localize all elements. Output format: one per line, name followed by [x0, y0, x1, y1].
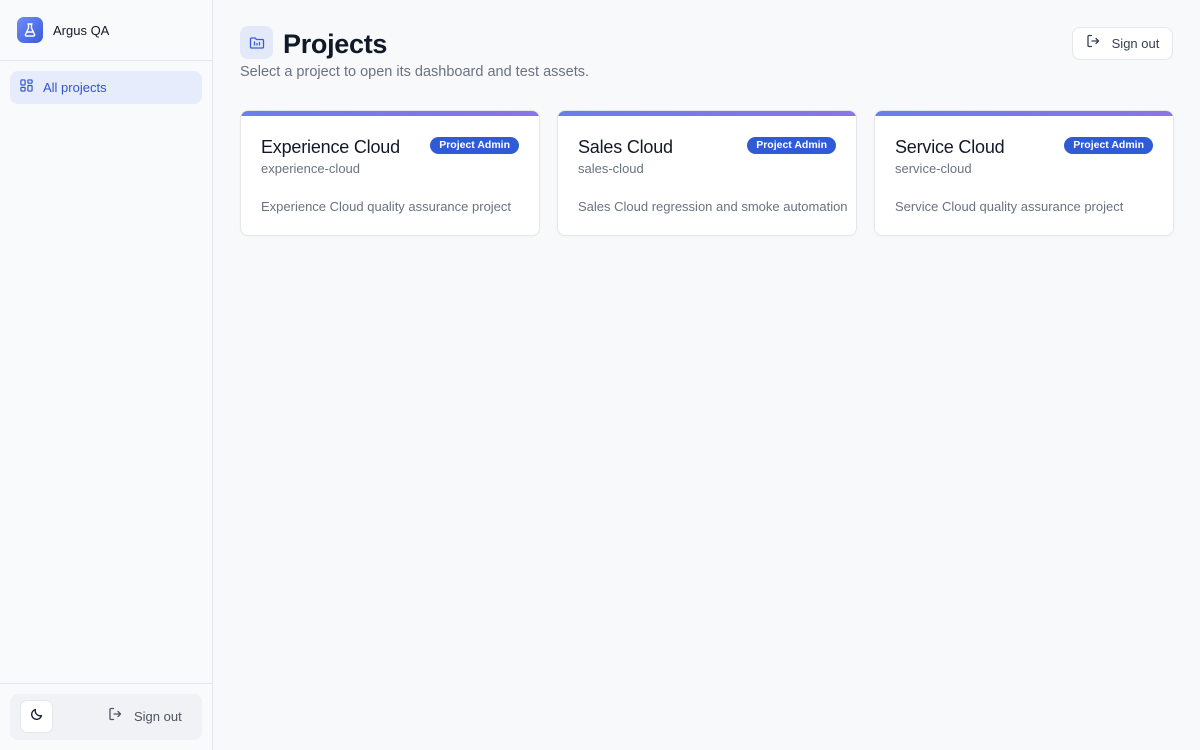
theme-toggle-button[interactable] [20, 700, 53, 733]
sidebar: Argus QA All projects Sign out [0, 0, 213, 750]
header-sign-out-button[interactable]: Sign out [1072, 27, 1173, 60]
sidebar-item-label: All projects [43, 80, 107, 95]
project-name: Service Cloud [895, 137, 1005, 157]
project-slug: sales-cloud [578, 161, 644, 176]
project-list: Experience Cloud Project Admin experienc… [240, 110, 1174, 236]
brand: Argus QA [0, 0, 212, 61]
card-accent-bar [875, 111, 1173, 116]
sidebar-footer: Sign out [0, 683, 212, 750]
project-card-sales-cloud[interactable]: Sales Cloud Project Admin sales-cloud Sa… [557, 110, 857, 236]
card-accent-bar [558, 111, 856, 116]
sidebar-item-all-projects[interactable]: All projects [10, 71, 202, 104]
project-name: Experience Cloud [261, 137, 400, 157]
project-card-experience-cloud[interactable]: Experience Cloud Project Admin experienc… [240, 110, 540, 236]
folder-icon [240, 26, 273, 59]
sidebar-sign-out-button[interactable]: Sign out [108, 700, 182, 733]
role-badge: Project Admin [1064, 137, 1153, 154]
app-name: Argus QA [53, 22, 110, 38]
page-title: Projects [283, 29, 388, 59]
sign-out-icon [108, 707, 122, 726]
sidebar-footer-panel: Sign out [10, 694, 202, 740]
role-badge: Project Admin [430, 137, 519, 154]
sidebar-nav: All projects [0, 61, 212, 114]
main-content: Projects Select a project to open its da… [213, 0, 1200, 750]
sign-out-label: Sign out [134, 709, 182, 724]
card-accent-bar [241, 111, 539, 116]
project-slug: experience-cloud [261, 161, 361, 176]
project-slug: service-cloud [895, 161, 972, 176]
project-name: Sales Cloud [578, 137, 673, 157]
sign-out-icon [1086, 34, 1100, 53]
flask-icon[interactable] [17, 17, 43, 43]
project-description: Service Cloud quality assurance project [895, 199, 1124, 214]
sign-out-label: Sign out [1111, 36, 1160, 51]
grid-icon [20, 78, 33, 97]
project-description: Experience Cloud quality assurance proje… [261, 199, 512, 214]
role-badge: Project Admin [747, 137, 836, 154]
page-subtitle: Select a project to open its dashboard a… [240, 64, 590, 80]
project-description: Sales Cloud regression and smoke automat… [578, 199, 848, 214]
moon-icon [30, 707, 44, 726]
project-card-service-cloud[interactable]: Service Cloud Project Admin service-clou… [874, 110, 1174, 236]
